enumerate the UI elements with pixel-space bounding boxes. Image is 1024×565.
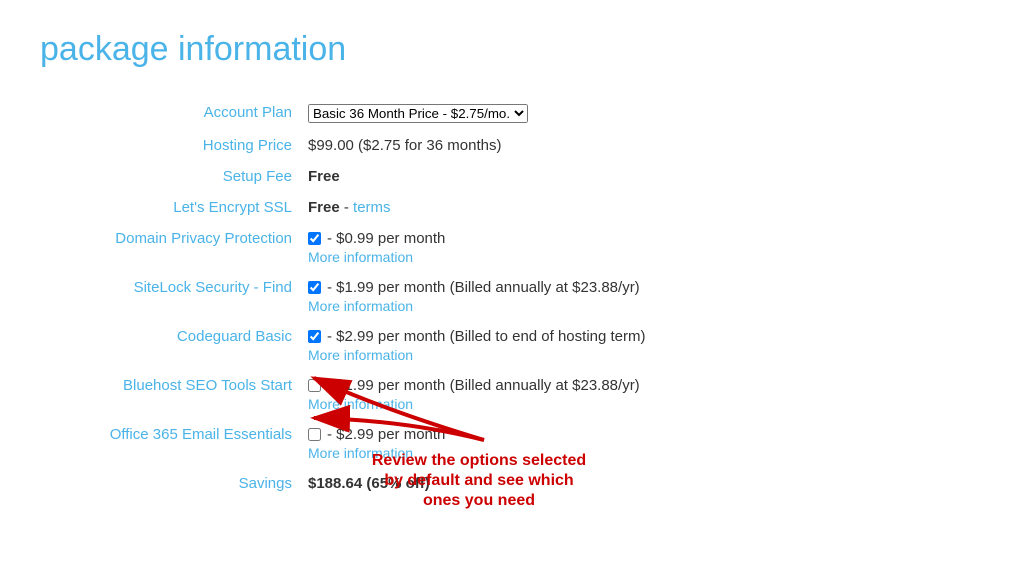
office365-more-info[interactable]: More information: [308, 445, 646, 461]
savings-label: Savings: [40, 468, 300, 499]
table-row: Hosting Price $99.00 ($2.75 for 36 month…: [40, 130, 654, 161]
seo-tools-value: - $1.99 per month (Billed annually at $2…: [300, 370, 654, 419]
office365-value: - $2.99 per month More information: [300, 419, 654, 468]
table-row: Domain Privacy Protection - $0.99 per mo…: [40, 223, 654, 272]
setup-fee-value: Free: [300, 161, 654, 192]
ssl-free: Free: [308, 199, 340, 216]
hosting-price-label: Hosting Price: [40, 130, 300, 161]
office365-row: - $2.99 per month: [308, 426, 646, 443]
sitelock-text: - $1.99 per month (Billed annually at $2…: [327, 279, 640, 296]
savings-value: $188.64 (65% off): [300, 468, 654, 499]
table-row: Office 365 Email Essentials - $2.99 per …: [40, 419, 654, 468]
setup-fee-bold: Free: [308, 168, 340, 185]
codeguard-label: Codeguard Basic: [40, 321, 300, 370]
seo-tools-more-info[interactable]: More information: [308, 396, 646, 412]
savings-bold: $188.64 (65% off): [308, 475, 430, 492]
seo-tools-label: Bluehost SEO Tools Start: [40, 370, 300, 419]
account-plan-label: Account Plan: [40, 97, 300, 130]
table-row: Savings $188.64 (65% off): [40, 468, 654, 499]
domain-privacy-value: - $0.99 per month More information: [300, 223, 654, 272]
domain-privacy-row: - $0.99 per month: [308, 230, 646, 247]
ssl-label: Let's Encrypt SSL: [40, 192, 300, 223]
office365-text: - $2.99 per month: [327, 426, 445, 443]
account-plan-select[interactable]: Basic 36 Month Price - $2.75/mo.: [308, 104, 528, 123]
sitelock-more-info[interactable]: More information: [308, 298, 646, 314]
domain-privacy-text: - $0.99 per month: [327, 230, 445, 247]
codeguard-value: - $2.99 per month (Billed to end of host…: [300, 321, 654, 370]
codeguard-text: - $2.99 per month (Billed to end of host…: [327, 328, 646, 345]
seo-tools-text: - $1.99 per month (Billed annually at $2…: [327, 377, 640, 394]
seo-tools-row: - $1.99 per month (Billed annually at $2…: [308, 377, 646, 394]
table-row: Bluehost SEO Tools Start - $1.99 per mon…: [40, 370, 654, 419]
office365-label: Office 365 Email Essentials: [40, 419, 300, 468]
ssl-value: Free - terms: [300, 192, 654, 223]
seo-tools-checkbox[interactable]: [308, 379, 321, 392]
domain-privacy-label: Domain Privacy Protection: [40, 223, 300, 272]
ssl-terms-link[interactable]: terms: [353, 199, 391, 216]
setup-fee-label: Setup Fee: [40, 161, 300, 192]
table-row: Account Plan Basic 36 Month Price - $2.7…: [40, 97, 654, 130]
domain-privacy-more-info[interactable]: More information: [308, 249, 646, 265]
sitelock-label: SiteLock Security - Find: [40, 272, 300, 321]
sitelock-checkbox[interactable]: [308, 281, 321, 294]
account-plan-value: Basic 36 Month Price - $2.75/mo.: [300, 97, 654, 130]
hosting-price-value: $99.00 ($2.75 for 36 months): [300, 130, 654, 161]
package-info-table: Account Plan Basic 36 Month Price - $2.7…: [40, 97, 654, 499]
domain-privacy-checkbox[interactable]: [308, 232, 321, 245]
office365-checkbox[interactable]: [308, 428, 321, 441]
codeguard-more-info[interactable]: More information: [308, 347, 646, 363]
table-row: SiteLock Security - Find - $1.99 per mon…: [40, 272, 654, 321]
sitelock-row: - $1.99 per month (Billed annually at $2…: [308, 279, 646, 296]
table-row: Let's Encrypt SSL Free - terms: [40, 192, 654, 223]
sitelock-value: - $1.99 per month (Billed annually at $2…: [300, 272, 654, 321]
ssl-dash: -: [344, 199, 353, 216]
table-row: Codeguard Basic - $2.99 per month (Bille…: [40, 321, 654, 370]
table-row: Setup Fee Free: [40, 161, 654, 192]
codeguard-checkbox[interactable]: [308, 330, 321, 343]
page-title: package information: [40, 30, 654, 69]
codeguard-row: - $2.99 per month (Billed to end of host…: [308, 328, 646, 345]
